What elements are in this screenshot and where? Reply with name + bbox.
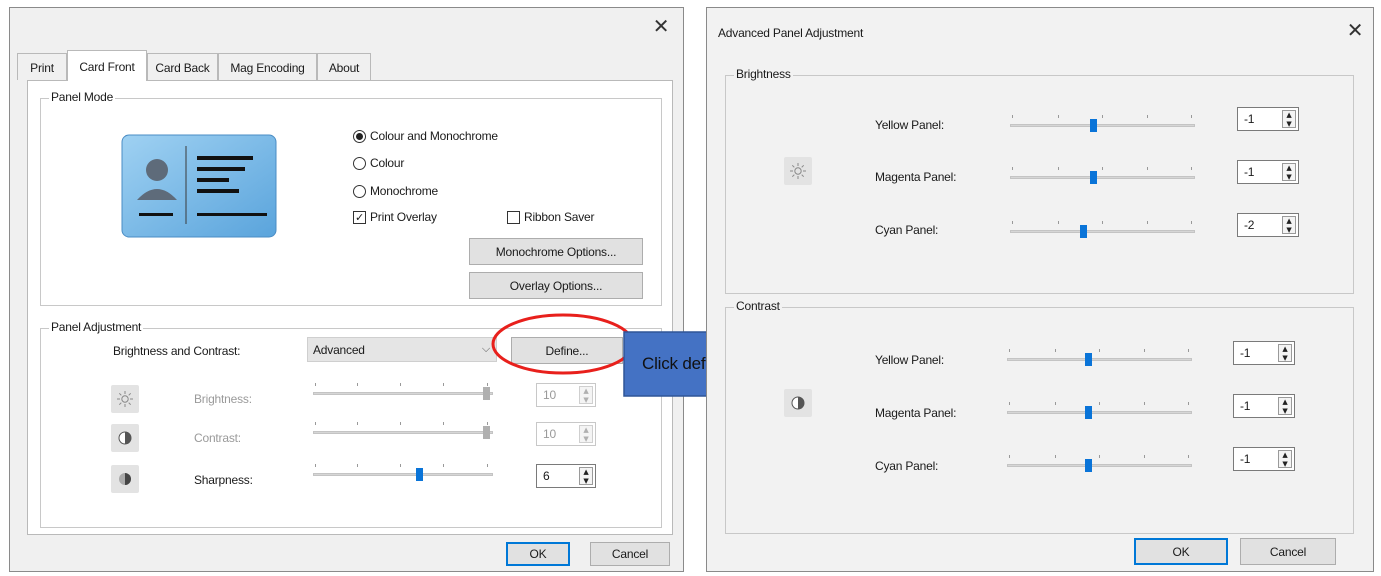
contrast-slider[interactable] [313,422,493,442]
contrast-icon [111,424,139,452]
radio-colour-monochrome-label: Colour and Monochrome [370,129,498,143]
close-icon[interactable]: ✕ [650,16,672,38]
contrast-magenta-label: Magenta Panel: [875,406,957,420]
contrast-yellow-spinbox[interactable]: -1 ▲ ▼ [1233,341,1295,365]
spin-up-icon[interactable]: ▲ [1279,345,1291,353]
spin-up-icon[interactable]: ▲ [1279,398,1291,406]
contrast-magenta-slider[interactable] [1007,402,1192,422]
brightness-contrast-dropdown[interactable]: Advanced ⌵ [307,337,497,362]
spin-down-icon[interactable]: ▼ [580,435,592,443]
monochrome-options-button[interactable]: Monochrome Options... [469,238,643,265]
contrast-yellow-value: -1 [1240,346,1251,360]
contrast-icon [784,389,812,417]
checkmark-icon: ✓ [353,210,366,224]
panel-mode-title: Panel Mode [49,90,116,104]
brightness-magenta-label: Magenta Panel: [875,170,957,184]
cancel-button[interactable]: Cancel [1240,538,1336,565]
radio-colour-label: Colour [370,156,405,170]
brightness-spinbox[interactable]: 10 ▲ ▼ [536,383,596,407]
spin-up-icon[interactable]: ▲ [1283,164,1295,172]
spin-up-icon[interactable]: ▲ [580,468,592,476]
ok-button[interactable]: OK [506,542,570,566]
card-front-page: Panel Mode Colour and Monochrome Colour … [27,80,673,535]
tab-card-front[interactable]: Card Front [67,50,147,81]
radio-monochrome-label: Monochrome [370,184,439,198]
spin-up-icon[interactable]: ▲ [1279,451,1291,459]
print-overlay-label: Print Overlay [370,210,437,224]
contrast-value: 10 [543,427,556,441]
contrast-label: Contrast: [194,431,241,445]
contrast-cyan-label: Cyan Panel: [875,459,939,473]
brightness-magenta-spinbox[interactable]: -1 ▲ ▼ [1237,160,1299,184]
cancel-button[interactable]: Cancel [590,542,670,566]
brightness-icon [111,385,139,413]
contrast-cyan-slider[interactable] [1007,455,1192,475]
spin-down-icon[interactable]: ▼ [580,477,592,485]
brightness-slider[interactable] [313,383,493,403]
brightness-icon [784,157,812,185]
contrast-magenta-value: -1 [1240,399,1251,413]
spin-down-icon[interactable]: ▼ [1279,407,1291,415]
contrast-cyan-spinbox[interactable]: -1 ▲ ▼ [1233,447,1295,471]
dialog-title: Advanced Panel Adjustment [718,26,864,40]
brightness-magenta-value: -1 [1244,165,1255,179]
radio-colour-monochrome[interactable]: Colour and Monochrome [353,129,498,143]
ok-button[interactable]: OK [1134,538,1228,565]
spin-up-icon[interactable]: ▲ [580,387,592,395]
advanced-panel-adjustment-dialog: Advanced Panel Adjustment ✕ Brightness Y… [706,7,1374,572]
tab-print[interactable]: Print [17,53,67,80]
contrast-spinbox[interactable]: 10 ▲ ▼ [536,422,596,446]
spin-up-icon[interactable]: ▲ [1283,217,1295,225]
spin-down-icon[interactable]: ▼ [1283,120,1295,128]
overlay-options-button[interactable]: Overlay Options... [469,272,643,299]
spin-down-icon[interactable]: ▼ [580,396,592,404]
sharpness-label: Sharpness: [194,473,253,487]
tab-card-back[interactable]: Card Back [147,53,218,80]
sharpness-icon [111,465,139,493]
define-highlight-ellipse [491,313,635,375]
ribbon-saver-label: Ribbon Saver [524,210,595,224]
radio-monochrome[interactable]: Monochrome [353,184,438,198]
sharpness-slider[interactable] [313,464,493,484]
spin-down-icon[interactable]: ▼ [1279,460,1291,468]
contrast-yellow-slider[interactable] [1007,349,1192,369]
printer-properties-dialog: ✕ Print Card Front Card Back Mag Encodin… [9,7,684,572]
spin-down-icon[interactable]: ▼ [1283,173,1295,181]
brightness-label: Brightness: [194,392,252,406]
contrast-group-title: Contrast [734,299,782,313]
id-card-illustration [121,134,277,238]
print-overlay-checkbox[interactable]: ✓ Print Overlay [353,210,437,224]
brightness-value: 10 [543,388,556,402]
sharpness-spinbox[interactable]: 6 ▲ ▼ [536,464,596,488]
contrast-cyan-value: -1 [1240,452,1251,466]
brightness-cyan-spinbox[interactable]: -2 ▲ ▼ [1237,213,1299,237]
contrast-magenta-spinbox[interactable]: -1 ▲ ▼ [1233,394,1295,418]
spin-up-icon[interactable]: ▲ [580,426,592,434]
brightness-yellow-slider[interactable] [1010,115,1195,135]
spin-down-icon[interactable]: ▼ [1279,354,1291,362]
brightness-cyan-label: Cyan Panel: [875,223,939,237]
tab-mag-encoding[interactable]: Mag Encoding [218,53,317,80]
brightness-yellow-value: -1 [1244,112,1255,126]
brightness-magenta-slider[interactable] [1010,167,1195,187]
brightness-yellow-spinbox[interactable]: -1 ▲ ▼ [1237,107,1299,131]
sharpness-value: 6 [543,469,550,483]
spin-down-icon[interactable]: ▼ [1283,226,1295,234]
brightness-contrast-label: Brightness and Contrast: [113,344,241,358]
contrast-yellow-label: Yellow Panel: [875,353,945,367]
ribbon-saver-checkbox[interactable]: Ribbon Saver [507,210,595,224]
tab-about[interactable]: About [317,53,371,80]
panel-adjustment-title: Panel Adjustment [49,320,144,334]
spin-up-icon[interactable]: ▲ [1283,111,1295,119]
brightness-group-title: Brightness [734,67,793,81]
brightness-cyan-value: -2 [1244,218,1255,232]
close-icon[interactable]: ✕ [1344,20,1366,42]
brightness-cyan-slider[interactable] [1010,221,1195,241]
radio-colour[interactable]: Colour [353,156,404,170]
brightness-contrast-value: Advanced [313,342,365,357]
brightness-yellow-label: Yellow Panel: [875,118,945,132]
